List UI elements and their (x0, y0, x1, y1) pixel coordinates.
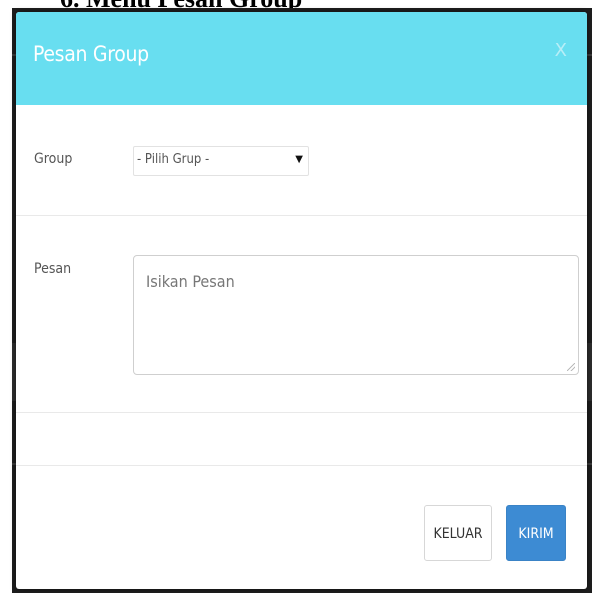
pesan-textarea[interactable]: Isikan Pesan (133, 255, 579, 375)
close-icon[interactable]: X (555, 40, 567, 61)
chevron-down-icon: ▼ (295, 154, 303, 165)
kirim-button[interactable]: KIRIM (506, 505, 566, 561)
group-select-value: - Pilih Grup - (137, 152, 210, 167)
form-divider (16, 412, 587, 413)
form-divider (16, 215, 587, 216)
group-select[interactable]: - Pilih Grup - ▼ (133, 146, 309, 176)
modal-title: Pesan Group (33, 42, 149, 66)
pesan-group-modal: Pesan Group X Group - Pilih Grup - ▼ Pes… (16, 12, 587, 589)
keluar-button[interactable]: KELUAR (424, 505, 492, 561)
group-label: Group (34, 151, 73, 167)
pesan-placeholder: Isikan Pesan (146, 272, 235, 291)
footer-divider (16, 465, 587, 466)
resize-handle-icon[interactable] (567, 363, 575, 371)
modal-header: Pesan Group X (16, 12, 587, 105)
pesan-label: Pesan (34, 261, 72, 277)
